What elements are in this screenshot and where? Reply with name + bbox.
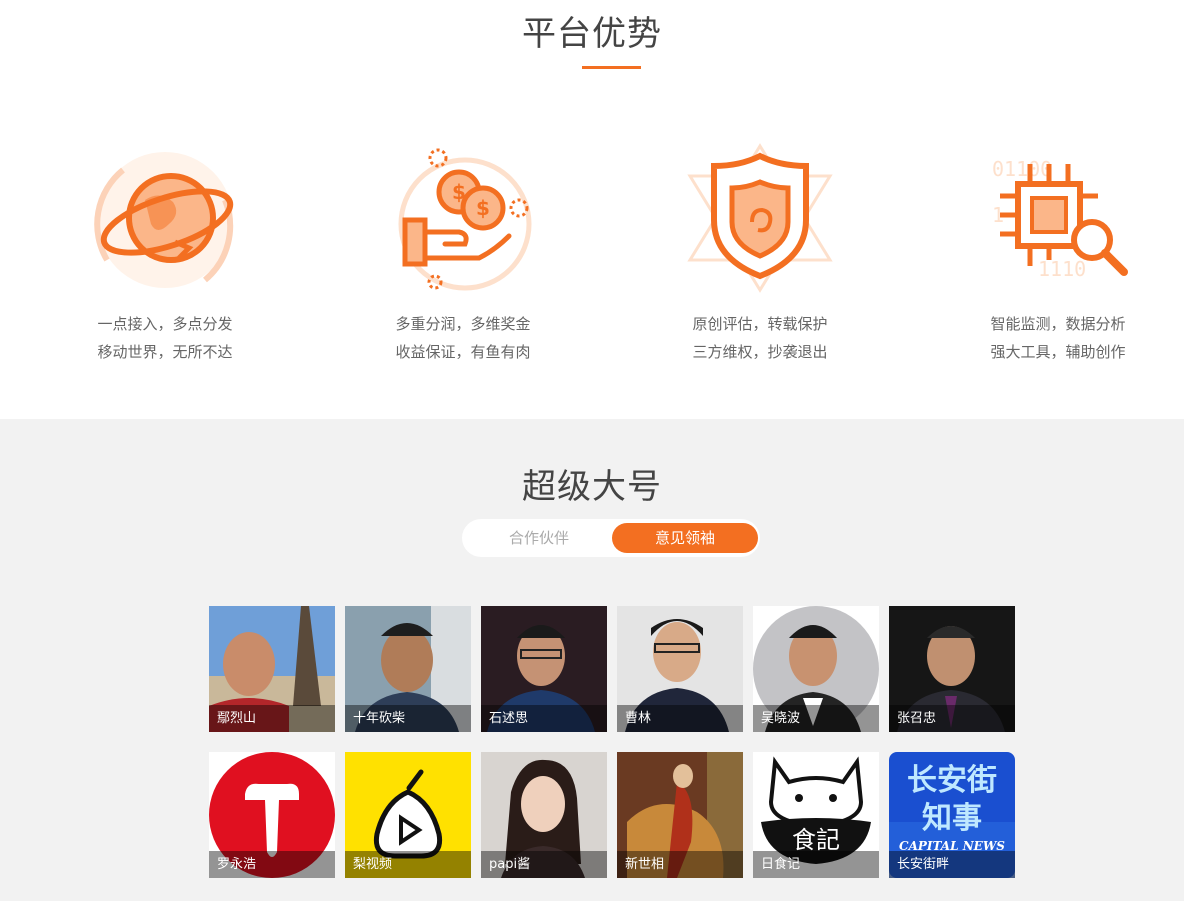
account-name: 鄢烈山 [209, 705, 335, 732]
chip-search-icon: 01100 1 1110 [992, 157, 1128, 281]
account-name: 罗永浩 [209, 851, 335, 878]
account-name: 曹林 [617, 705, 743, 732]
big-accounts-section: 超级大号 合作伙伴 意见领袖 鄢烈山 十年砍柴 石述思 曹林 吴晓波 张召忠 罗… [0, 419, 1184, 901]
account-name: 十年砍柴 [345, 705, 471, 732]
feature-text-line1: 一点接入，多点分发 [97, 315, 233, 333]
account-card-shinian[interactable]: 十年砍柴 [345, 606, 471, 732]
svg-text:$: $ [476, 196, 490, 220]
svg-text:01100: 01100 [992, 157, 1052, 181]
shield-icon [687, 143, 833, 293]
account-name: 新世相 [617, 851, 743, 878]
account-card-shishusi[interactable]: 石述思 [481, 606, 607, 732]
tab-opinion-leaders[interactable]: 意见领袖 [612, 523, 758, 553]
account-card-zhangzhaozhong[interactable]: 张召忠 [889, 606, 1015, 732]
advantages-section: 平台优势 一点接入，多点分发 移动世界，无所不达 $ $ 多重分润，多维奖金 收… [0, 0, 1184, 419]
account-card-wuxiaobo[interactable]: 吴晓波 [753, 606, 879, 732]
feature-text-line2: 移动世界，无所不达 [97, 343, 233, 361]
account-card-luoyonghao[interactable]: 罗永浩 [209, 752, 335, 878]
feature-text-line1: 智能监测，数据分析 [990, 315, 1126, 333]
account-card-rishiji[interactable]: 食記 日食记 [753, 752, 879, 878]
changan-logo-line2: 知事 [922, 801, 982, 836]
account-name: 石述思 [481, 705, 607, 732]
account-card-lishipin[interactable]: 梨视频 [345, 752, 471, 878]
coins-hand-icon: $ $ [398, 148, 532, 291]
tab-partners[interactable]: 合作伙伴 [466, 523, 612, 553]
title-underline [582, 66, 641, 69]
account-name: 吴晓波 [753, 705, 879, 732]
account-card-yanlieshan[interactable]: 鄢烈山 [209, 606, 335, 732]
feature-text-line1: 多重分润，多维奖金 [395, 315, 531, 333]
account-name: papi酱 [481, 851, 607, 878]
account-name: 张召忠 [889, 705, 1015, 732]
account-card-changanjiepan[interactable]: 长安街 知事 CAPITAL NEWS 长安街畔 [889, 752, 1015, 878]
advantages-title: 平台优势 [522, 14, 662, 54]
account-card-papi[interactable]: papi酱 [481, 752, 607, 878]
account-name: 梨视频 [345, 851, 471, 878]
changan-logo-line1: 长安街 [907, 763, 997, 798]
account-tabs: 合作伙伴 意见领袖 [462, 519, 760, 557]
feature-text-line2: 强大工具，辅助创作 [990, 343, 1126, 361]
svg-text:1110: 1110 [1038, 257, 1086, 281]
rishiji-logo-text: 食記 [792, 826, 840, 854]
feature-text-line2: 三方维权，抄袭退出 [692, 343, 828, 361]
account-card-caolin[interactable]: 曹林 [617, 606, 743, 732]
svg-text:$: $ [452, 180, 466, 204]
globe-orbit-icon [94, 152, 234, 288]
account-name: 长安街畔 [889, 851, 1015, 878]
account-name: 日食记 [753, 851, 879, 878]
big-accounts-title: 超级大号 [522, 467, 662, 507]
feature-text-line2: 收益保证，有鱼有肉 [395, 343, 531, 361]
account-card-xinshixiang[interactable]: 新世相 [617, 752, 743, 878]
feature-text-line1: 原创评估，转载保护 [692, 315, 828, 333]
